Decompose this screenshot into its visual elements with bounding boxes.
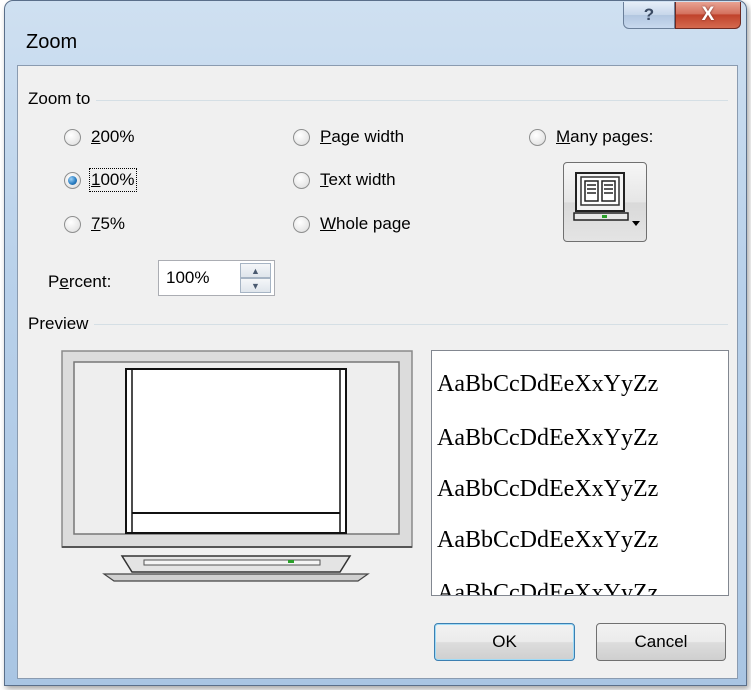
- radio-button-icon[interactable]: [64, 215, 81, 233]
- radio-100-percent[interactable]: 100%: [64, 168, 137, 192]
- help-icon: ?: [643, 5, 655, 24]
- help-button[interactable]: ?: [623, 2, 675, 29]
- radio-many-pages[interactable]: Many pages:: [529, 127, 653, 147]
- radio-page-width-label: Page width: [320, 127, 405, 146]
- preview-group-label: Preview: [28, 314, 95, 334]
- percent-label: Percent:: [48, 272, 112, 291]
- sample-text-line: AaBbCcDdEeXxYyZz: [437, 425, 659, 451]
- radio-200-percent[interactable]: 200%: [64, 127, 135, 147]
- zoom-to-group-divider: [28, 100, 728, 101]
- sample-text-line: AaBbCcDdEeXxYyZz: [437, 527, 659, 553]
- radio-75-percent[interactable]: 75%: [64, 214, 125, 234]
- radio-200-percent-label: 200%: [91, 127, 135, 146]
- monitor-preview-icon: [61, 350, 413, 582]
- preview-group-divider: [28, 324, 728, 325]
- cancel-button[interactable]: Cancel: [596, 623, 726, 661]
- radio-button-icon[interactable]: [64, 128, 81, 146]
- radio-page-width[interactable]: Page width: [293, 127, 404, 147]
- radio-text-width[interactable]: Text width: [293, 170, 396, 190]
- preview-text-sample: AaBbCcDdEeXxYyZz AaBbCcDdEeXxYyZz AaBbCc…: [431, 350, 729, 596]
- radio-button-icon[interactable]: [293, 128, 310, 146]
- radio-many-pages-label: Many pages:: [556, 127, 654, 146]
- many-pages-button[interactable]: [563, 162, 647, 242]
- title-bar[interactable]: Zoom ? X: [5, 1, 746, 65]
- dialog-title: Zoom: [26, 31, 78, 53]
- ok-button[interactable]: OK: [434, 623, 575, 661]
- radio-button-icon[interactable]: [529, 128, 546, 146]
- chevron-down-icon: ▼: [251, 280, 260, 291]
- spin-down-button[interactable]: ▼: [240, 278, 271, 293]
- radio-100-percent-label: 100%: [89, 168, 137, 192]
- sample-text-line: AaBbCcDdEeXxYyZz: [437, 580, 659, 596]
- radio-whole-page-label: Whole page: [320, 214, 411, 233]
- dialog-body: Zoom to 200% 100% 75% Page width Text wi…: [17, 65, 738, 679]
- zoom-to-group-label: Zoom to: [28, 89, 97, 109]
- spin-up-button[interactable]: ▲: [240, 263, 271, 278]
- zoom-dialog: Zoom ? X Zoom to 200% 100% 75% Page widt…: [4, 0, 747, 686]
- radio-button-selected-icon[interactable]: [64, 171, 81, 189]
- percent-spinner[interactable]: 100% ▲ ▼: [158, 260, 275, 296]
- monitor-pages-icon: [573, 172, 640, 226]
- close-icon: X: [701, 4, 715, 25]
- radio-button-icon[interactable]: [293, 215, 310, 233]
- close-button[interactable]: X: [675, 2, 741, 29]
- radio-button-icon[interactable]: [293, 171, 310, 189]
- chevron-up-icon: ▲: [251, 265, 260, 276]
- radio-text-width-label: Text width: [320, 170, 396, 189]
- percent-input[interactable]: 100%: [166, 268, 209, 288]
- preview-monitor-image: [60, 349, 418, 589]
- sample-text-line: AaBbCcDdEeXxYyZz: [437, 371, 659, 397]
- radio-whole-page[interactable]: Whole page: [293, 214, 411, 234]
- radio-75-percent-label: 75%: [91, 214, 126, 233]
- sample-text-line: AaBbCcDdEeXxYyZz: [437, 476, 659, 502]
